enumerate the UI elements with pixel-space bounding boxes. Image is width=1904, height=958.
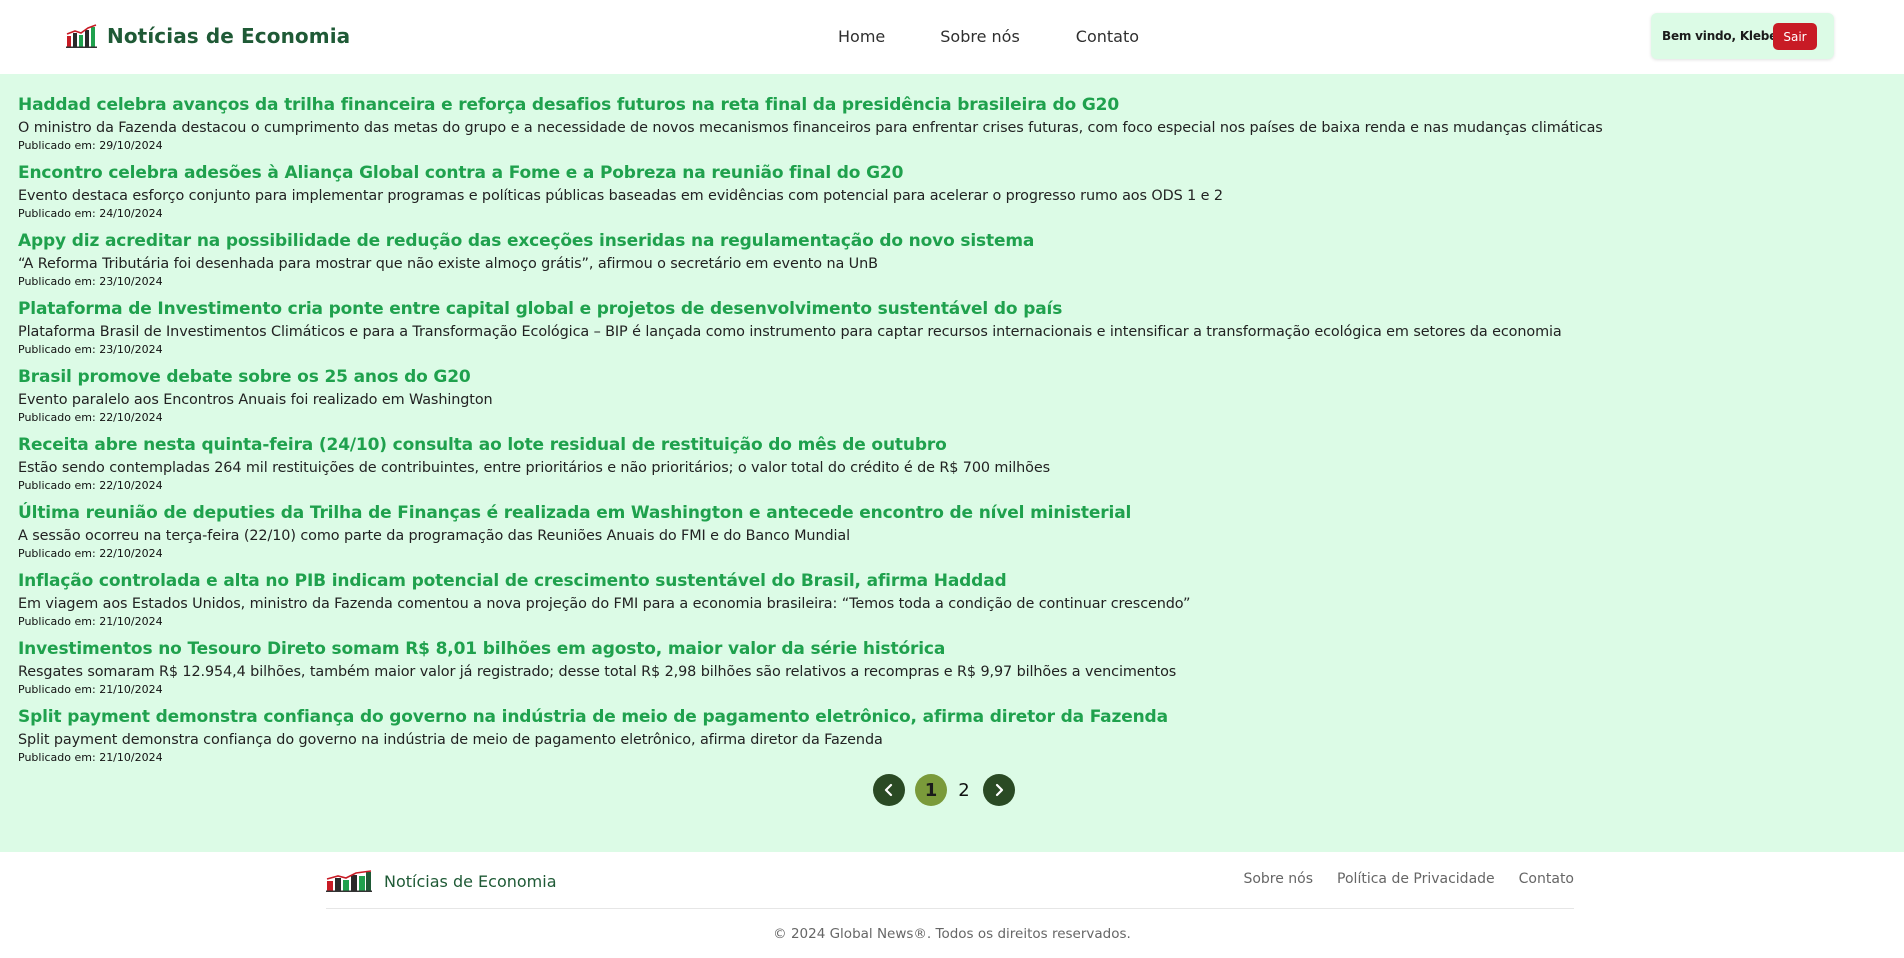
news-title-link[interactable]: Brasil promove debate sobre os 25 anos d…: [18, 366, 1888, 388]
footer-link-sobre-nos[interactable]: Sobre nós: [1243, 871, 1313, 887]
news-date: Publicado em: 22/10/2024: [18, 479, 163, 492]
news-summary: Resgates somaram R$ 12.954,4 bilhões, ta…: [18, 664, 1177, 680]
news-item: Última reunião de deputies da Trilha de …: [18, 502, 1888, 570]
copyright-text: © 2024 Global News®. Todos os direitos r…: [773, 926, 1131, 942]
news-item: Plataforma de Investimento cria ponte en…: [18, 298, 1888, 366]
chevron-right-icon: [995, 783, 1004, 797]
news-title-link[interactable]: Investimentos no Tesouro Direto somam R$…: [18, 638, 1888, 660]
news-item: Split payment demonstra confiança do gov…: [18, 706, 1888, 774]
news-summary: “A Reforma Tributária foi desenhada para…: [18, 256, 878, 272]
news-title-link[interactable]: Haddad celebra avanços da trilha finance…: [18, 94, 1888, 116]
news-item: Receita abre nesta quinta-feira (24/10) …: [18, 434, 1888, 502]
news-item: Encontro celebra adesões à Aliança Globa…: [18, 162, 1888, 230]
bar-chart-logo-icon: [326, 870, 372, 892]
footer-divider: [326, 908, 1574, 909]
logout-button[interactable]: Sair: [1773, 23, 1817, 50]
news-summary: O ministro da Fazenda destacou o cumprim…: [18, 120, 1603, 136]
main-nav: Home Sobre nós Contato: [838, 27, 1139, 46]
news-date: Publicado em: 21/10/2024: [18, 615, 163, 628]
news-date: Publicado em: 22/10/2024: [18, 411, 163, 424]
pagination-page-2[interactable]: 2: [949, 774, 979, 806]
news-title-link[interactable]: Appy diz acreditar na possibilidade de r…: [18, 230, 1888, 252]
pagination-page-1[interactable]: 1: [915, 774, 947, 806]
news-date: Publicado em: 23/10/2024: [18, 343, 163, 356]
nav-link-contato[interactable]: Contato: [1076, 27, 1139, 46]
welcome-text: Bem vindo, Kleber: [1662, 29, 1783, 43]
news-title-link[interactable]: Receita abre nesta quinta-feira (24/10) …: [18, 434, 1888, 456]
footer-brand-title: Notícias de Economia: [384, 871, 557, 891]
news-item: Investimentos no Tesouro Direto somam R$…: [18, 638, 1888, 706]
news-date: Publicado em: 21/10/2024: [18, 683, 163, 696]
chevron-left-icon: [884, 783, 893, 797]
news-section: Haddad celebra avanços da trilha finance…: [0, 74, 1904, 852]
news-summary: Evento paralelo aos Encontros Anuais foi…: [18, 392, 493, 408]
pagination-prev-button[interactable]: [873, 774, 905, 806]
footer-link-privacidade[interactable]: Política de Privacidade: [1337, 871, 1495, 887]
footer-link-contato[interactable]: Contato: [1519, 871, 1574, 887]
news-title-link[interactable]: Inflação controlada e alta no PIB indica…: [18, 570, 1888, 592]
news-date: Publicado em: 23/10/2024: [18, 275, 163, 288]
news-summary: Estão sendo contempladas 264 mil restitu…: [18, 460, 1050, 476]
pagination: 1 2: [873, 774, 1015, 806]
brand-title: Notícias de Economia: [107, 24, 351, 48]
footer-nav: Sobre nós Política de Privacidade Contat…: [1243, 871, 1574, 887]
user-welcome-box: Bem vindo, Kleber Sair: [1651, 13, 1834, 59]
news-summary: A sessão ocorreu na terça-feira (22/10) …: [18, 528, 851, 544]
news-summary: Plataforma Brasil de Investimentos Climá…: [18, 324, 1562, 340]
brand[interactable]: Notícias de Economia: [66, 24, 350, 48]
nav-link-home[interactable]: Home: [838, 27, 885, 46]
pagination-next-button[interactable]: [983, 774, 1015, 806]
news-date: Publicado em: 21/10/2024: [18, 751, 163, 764]
site-header: Notícias de Economia Home Sobre nós Cont…: [0, 0, 1904, 74]
news-date: Publicado em: 29/10/2024: [18, 139, 163, 152]
news-summary: Evento destaca esforço conjunto para imp…: [18, 188, 1223, 204]
news-title-link[interactable]: Última reunião de deputies da Trilha de …: [18, 502, 1888, 524]
news-date: Publicado em: 24/10/2024: [18, 207, 163, 220]
news-summary: Em viagem aos Estados Unidos, ministro d…: [18, 596, 1191, 612]
news-item: Brasil promove debate sobre os 25 anos d…: [18, 366, 1888, 434]
news-title-link[interactable]: Encontro celebra adesões à Aliança Globa…: [18, 162, 1888, 184]
news-list: Haddad celebra avanços da trilha finance…: [18, 94, 1888, 774]
news-item: Appy diz acreditar na possibilidade de r…: [18, 230, 1888, 298]
site-footer: Notícias de Economia Sobre nós Política …: [0, 852, 1904, 958]
news-title-link[interactable]: Split payment demonstra confiança do gov…: [18, 706, 1888, 728]
news-summary: Split payment demonstra confiança do gov…: [18, 732, 883, 748]
bar-chart-logo-icon: [66, 24, 97, 48]
news-item: Inflação controlada e alta no PIB indica…: [18, 570, 1888, 638]
news-date: Publicado em: 22/10/2024: [18, 547, 163, 560]
news-item: Haddad celebra avanços da trilha finance…: [18, 94, 1888, 162]
nav-link-sobre-nos[interactable]: Sobre nós: [940, 27, 1020, 46]
footer-brand[interactable]: Notícias de Economia: [326, 870, 557, 892]
news-title-link[interactable]: Plataforma de Investimento cria ponte en…: [18, 298, 1888, 320]
